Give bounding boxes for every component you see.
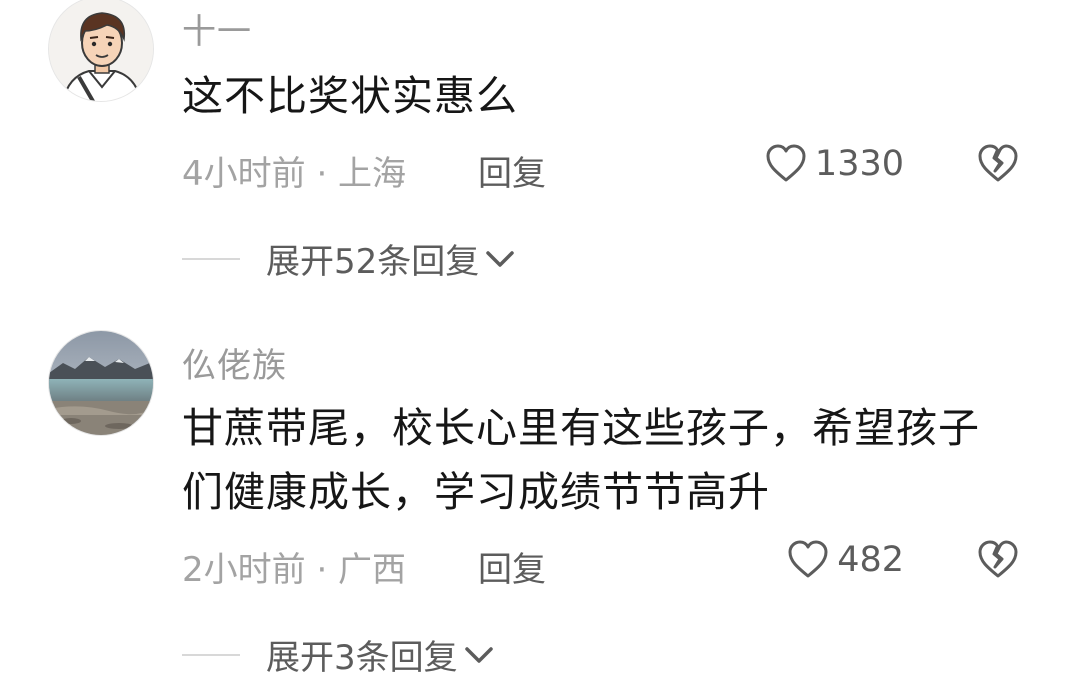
comment-text: 甘蔗带尾，校长心里有这些孩子，希望孩子们健康成长，学习成绩节节高升 <box>182 404 980 516</box>
chevron-down-icon <box>464 646 493 663</box>
comment-item: 十一 这不比奖状实惠么 4小时前 · 上海 回复 1330 展开52条回复 <box>0 0 1080 300</box>
reply-button[interactable]: 回复 <box>478 146 546 195</box>
divider-line <box>182 257 240 260</box>
expand-replies-button[interactable]: 展开3条回复 <box>182 630 494 679</box>
reply-button[interactable]: 回复 <box>478 542 546 591</box>
expand-replies-label: 展开3条回复 <box>266 638 458 678</box>
comment-text: 这不比奖状实惠么 <box>182 72 518 120</box>
broken-heart-icon <box>978 144 1018 182</box>
lake-landscape-avatar-icon <box>49 331 153 435</box>
expand-replies-button[interactable]: 展开52条回复 <box>182 234 515 283</box>
like-button[interactable]: 1330 <box>765 144 904 184</box>
avatar[interactable] <box>48 330 154 436</box>
username[interactable]: 十一 <box>182 4 252 53</box>
username[interactable]: 仫佬族 <box>182 338 287 387</box>
cartoon-boy-avatar-icon <box>49 0 153 101</box>
like-count: 1330 <box>814 144 904 184</box>
heart-outline-icon <box>766 144 806 182</box>
time-location: 4小时前 · 上海 <box>182 154 407 194</box>
chevron-down-icon <box>486 250 515 267</box>
time-location: 2小时前 · 广西 <box>182 550 407 590</box>
avatar[interactable] <box>48 0 154 102</box>
comment-item: 仫佬族 甘蔗带尾，校长心里有这些孩子，希望孩子们健康成长，学习成绩节节高升 2小… <box>0 330 1080 683</box>
expand-replies-label: 展开52条回复 <box>266 242 480 282</box>
like-button[interactable]: 482 <box>787 540 904 580</box>
broken-heart-icon <box>978 540 1018 578</box>
divider-line <box>182 653 240 656</box>
dislike-button[interactable] <box>976 144 1020 188</box>
like-count: 482 <box>837 540 904 580</box>
dislike-button[interactable] <box>976 540 1020 584</box>
heart-outline-icon <box>788 540 828 578</box>
